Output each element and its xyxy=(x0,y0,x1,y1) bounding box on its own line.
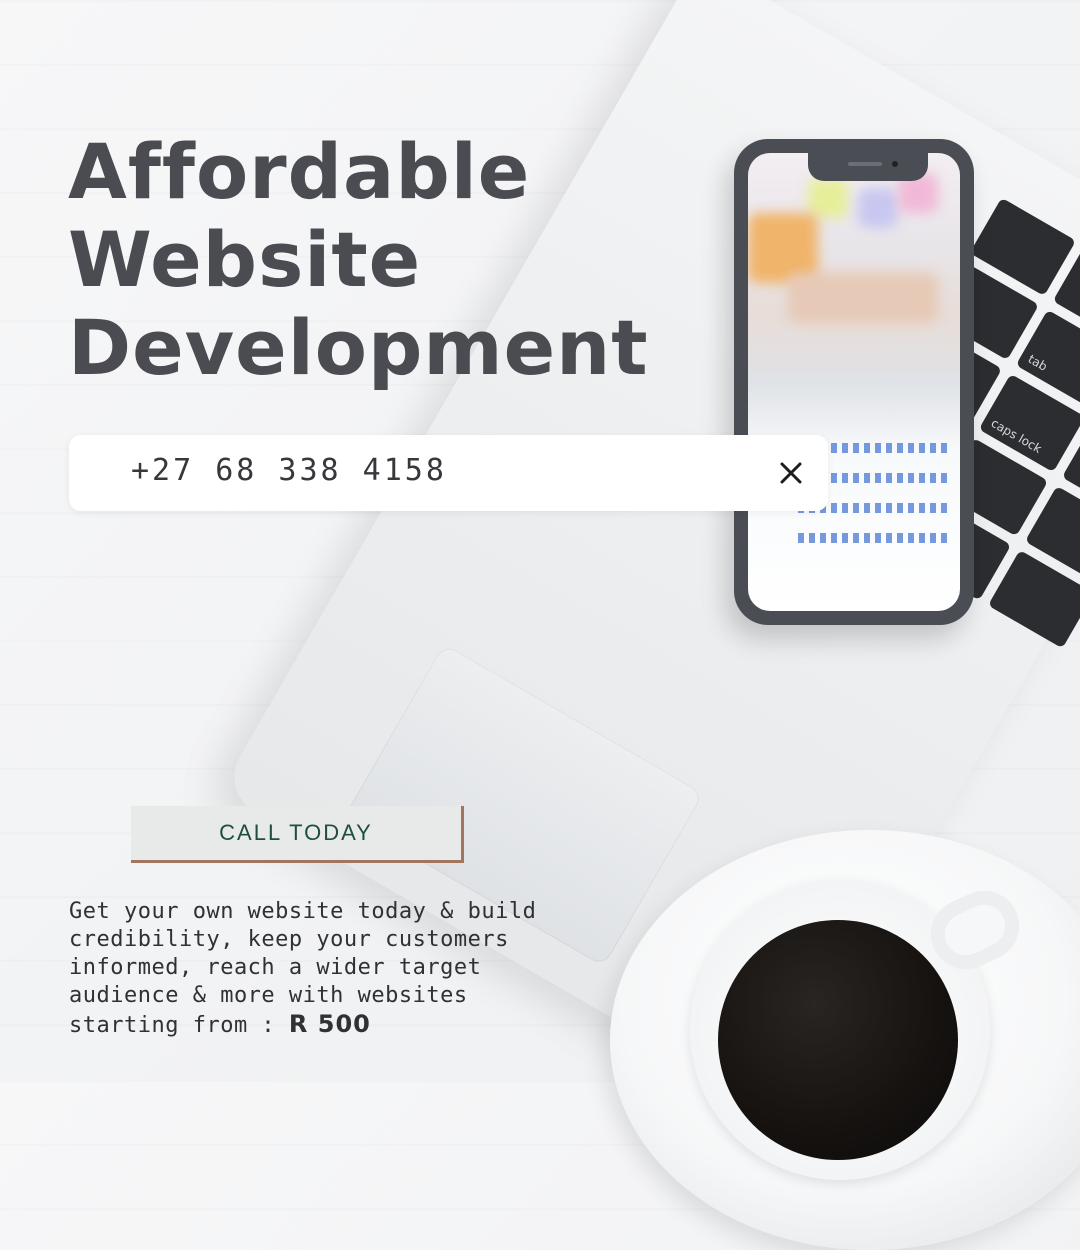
description-line: credibility, keep your customers xyxy=(69,927,509,952)
phone-screen xyxy=(748,153,960,611)
camera xyxy=(892,161,898,167)
headline-line: Affordable xyxy=(68,127,531,216)
description-line: starting from : R 500 xyxy=(69,1010,629,1040)
close-icon xyxy=(780,462,802,484)
close-button[interactable] xyxy=(768,450,814,496)
description-line: informed, reach a wider target xyxy=(69,955,482,980)
call-today-button[interactable]: CALL TODAY xyxy=(131,806,464,863)
scene: tabcaps lockntroloption Affordable Websi… xyxy=(0,0,1080,1250)
phone-image xyxy=(734,139,974,625)
sticky-note-shape xyxy=(808,178,848,218)
sticky-note-shape xyxy=(858,188,898,228)
speaker xyxy=(848,162,882,166)
hands-shape xyxy=(788,273,938,323)
coffee-image xyxy=(718,920,958,1160)
price-prefix: starting from : xyxy=(69,1013,289,1038)
phone-number-bar[interactable]: +27 68 338 4158 xyxy=(69,435,828,511)
headline-line: Website xyxy=(68,215,422,304)
wireframe-row xyxy=(798,533,948,543)
price-value: R 500 xyxy=(288,1010,371,1038)
description: Get your own website today & build credi… xyxy=(69,898,629,1040)
headline-line: Development xyxy=(68,303,649,392)
call-today-label: CALL TODAY xyxy=(219,820,373,845)
description-line: Get your own website today & build xyxy=(69,899,537,924)
phone-notch xyxy=(808,153,928,181)
phone-number-text: +27 68 338 4158 xyxy=(131,453,447,488)
description-line: audience & more with websites xyxy=(69,983,468,1008)
headline: Affordable Website Development xyxy=(68,128,708,392)
